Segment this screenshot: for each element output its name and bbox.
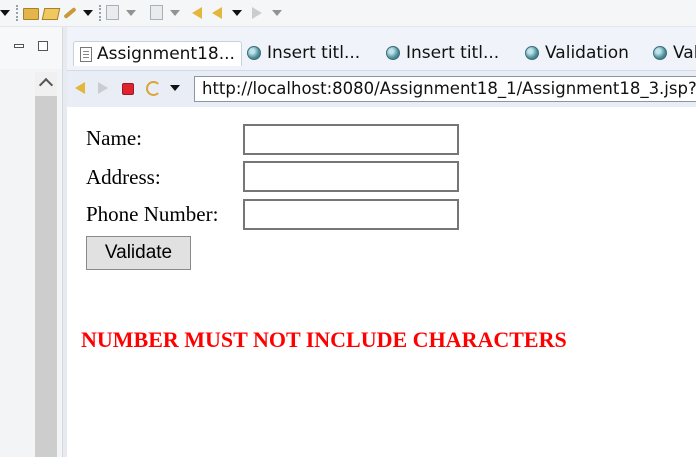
- chevron-up-icon: [38, 77, 54, 93]
- globe-icon: [525, 46, 539, 60]
- export-icon[interactable]: [150, 5, 166, 21]
- back-icon[interactable]: [192, 5, 208, 21]
- run-wand-icon[interactable]: [63, 5, 79, 21]
- forward-arrow-icon[interactable]: [98, 82, 108, 94]
- validate-button[interactable]: Validate: [86, 236, 191, 270]
- tab-assignment18[interactable]: Assignment18...: [73, 41, 242, 66]
- dropdown-caret-icon[interactable]: [126, 10, 136, 16]
- address-label: Address:: [86, 165, 161, 189]
- scroll-up-button[interactable]: [35, 72, 57, 96]
- tab-validation[interactable]: Validation: [525, 41, 629, 65]
- dropdown-caret-icon[interactable]: [232, 10, 242, 16]
- vertical-scrollbar[interactable]: [35, 72, 57, 457]
- document-icon: [80, 46, 92, 62]
- dropdown-caret-icon[interactable]: [170, 10, 180, 16]
- globe-icon: [653, 46, 667, 60]
- tab-label: Assignment18...: [97, 44, 235, 64]
- address-input[interactable]: [243, 161, 459, 192]
- tab-val[interactable]: Val: [653, 41, 696, 65]
- history-back-icon[interactable]: [212, 5, 228, 21]
- dropdown-caret-icon[interactable]: [0, 10, 10, 16]
- tab-insert-title-1[interactable]: Insert titl...: [247, 41, 360, 65]
- dropdown-caret-icon[interactable]: [272, 10, 282, 16]
- phone-number-input[interactable]: [243, 199, 459, 230]
- tab-label: Insert titl...: [406, 43, 500, 63]
- error-message: NUMBER MUST NOT INCLUDE CHARACTERS: [81, 327, 567, 352]
- main-toolbar: [0, 0, 696, 27]
- forward-icon[interactable]: [252, 5, 268, 21]
- globe-icon: [386, 46, 400, 60]
- tab-label: Validation: [545, 43, 629, 63]
- name-label: Name:: [86, 126, 142, 150]
- phone-number-label: Phone Number:: [86, 202, 219, 226]
- tab-label: Insert titl...: [267, 43, 361, 63]
- toolbar-separator: [99, 5, 102, 21]
- dropdown-caret-icon[interactable]: [83, 10, 93, 16]
- refresh-icon[interactable]: [146, 81, 161, 96]
- open-folder-icon[interactable]: [41, 5, 61, 21]
- page-content: Name: Address: Phone Number: Validate NU…: [67, 107, 696, 457]
- toolbar-separator: [16, 5, 19, 21]
- import-icon[interactable]: [106, 5, 122, 21]
- browser-nav-bar: http://localhost:8080/Assignment18_1/Ass…: [67, 70, 696, 107]
- editor-tabs: Assignment18... Insert titl... Insert ti…: [67, 38, 696, 68]
- left-panel-header: [0, 27, 62, 69]
- dropdown-caret-icon[interactable]: [170, 85, 180, 91]
- minimize-icon[interactable]: [14, 44, 24, 48]
- tab-insert-title-2[interactable]: Insert titl...: [386, 41, 499, 65]
- globe-icon: [247, 46, 261, 60]
- stop-icon[interactable]: [122, 83, 134, 95]
- new-folder-icon[interactable]: [23, 5, 39, 21]
- tab-label: Val: [673, 43, 696, 63]
- back-arrow-icon[interactable]: [75, 82, 85, 94]
- maximize-icon[interactable]: [38, 41, 48, 51]
- name-input[interactable]: [243, 124, 459, 155]
- url-input[interactable]: http://localhost:8080/Assignment18_1/Ass…: [194, 76, 696, 102]
